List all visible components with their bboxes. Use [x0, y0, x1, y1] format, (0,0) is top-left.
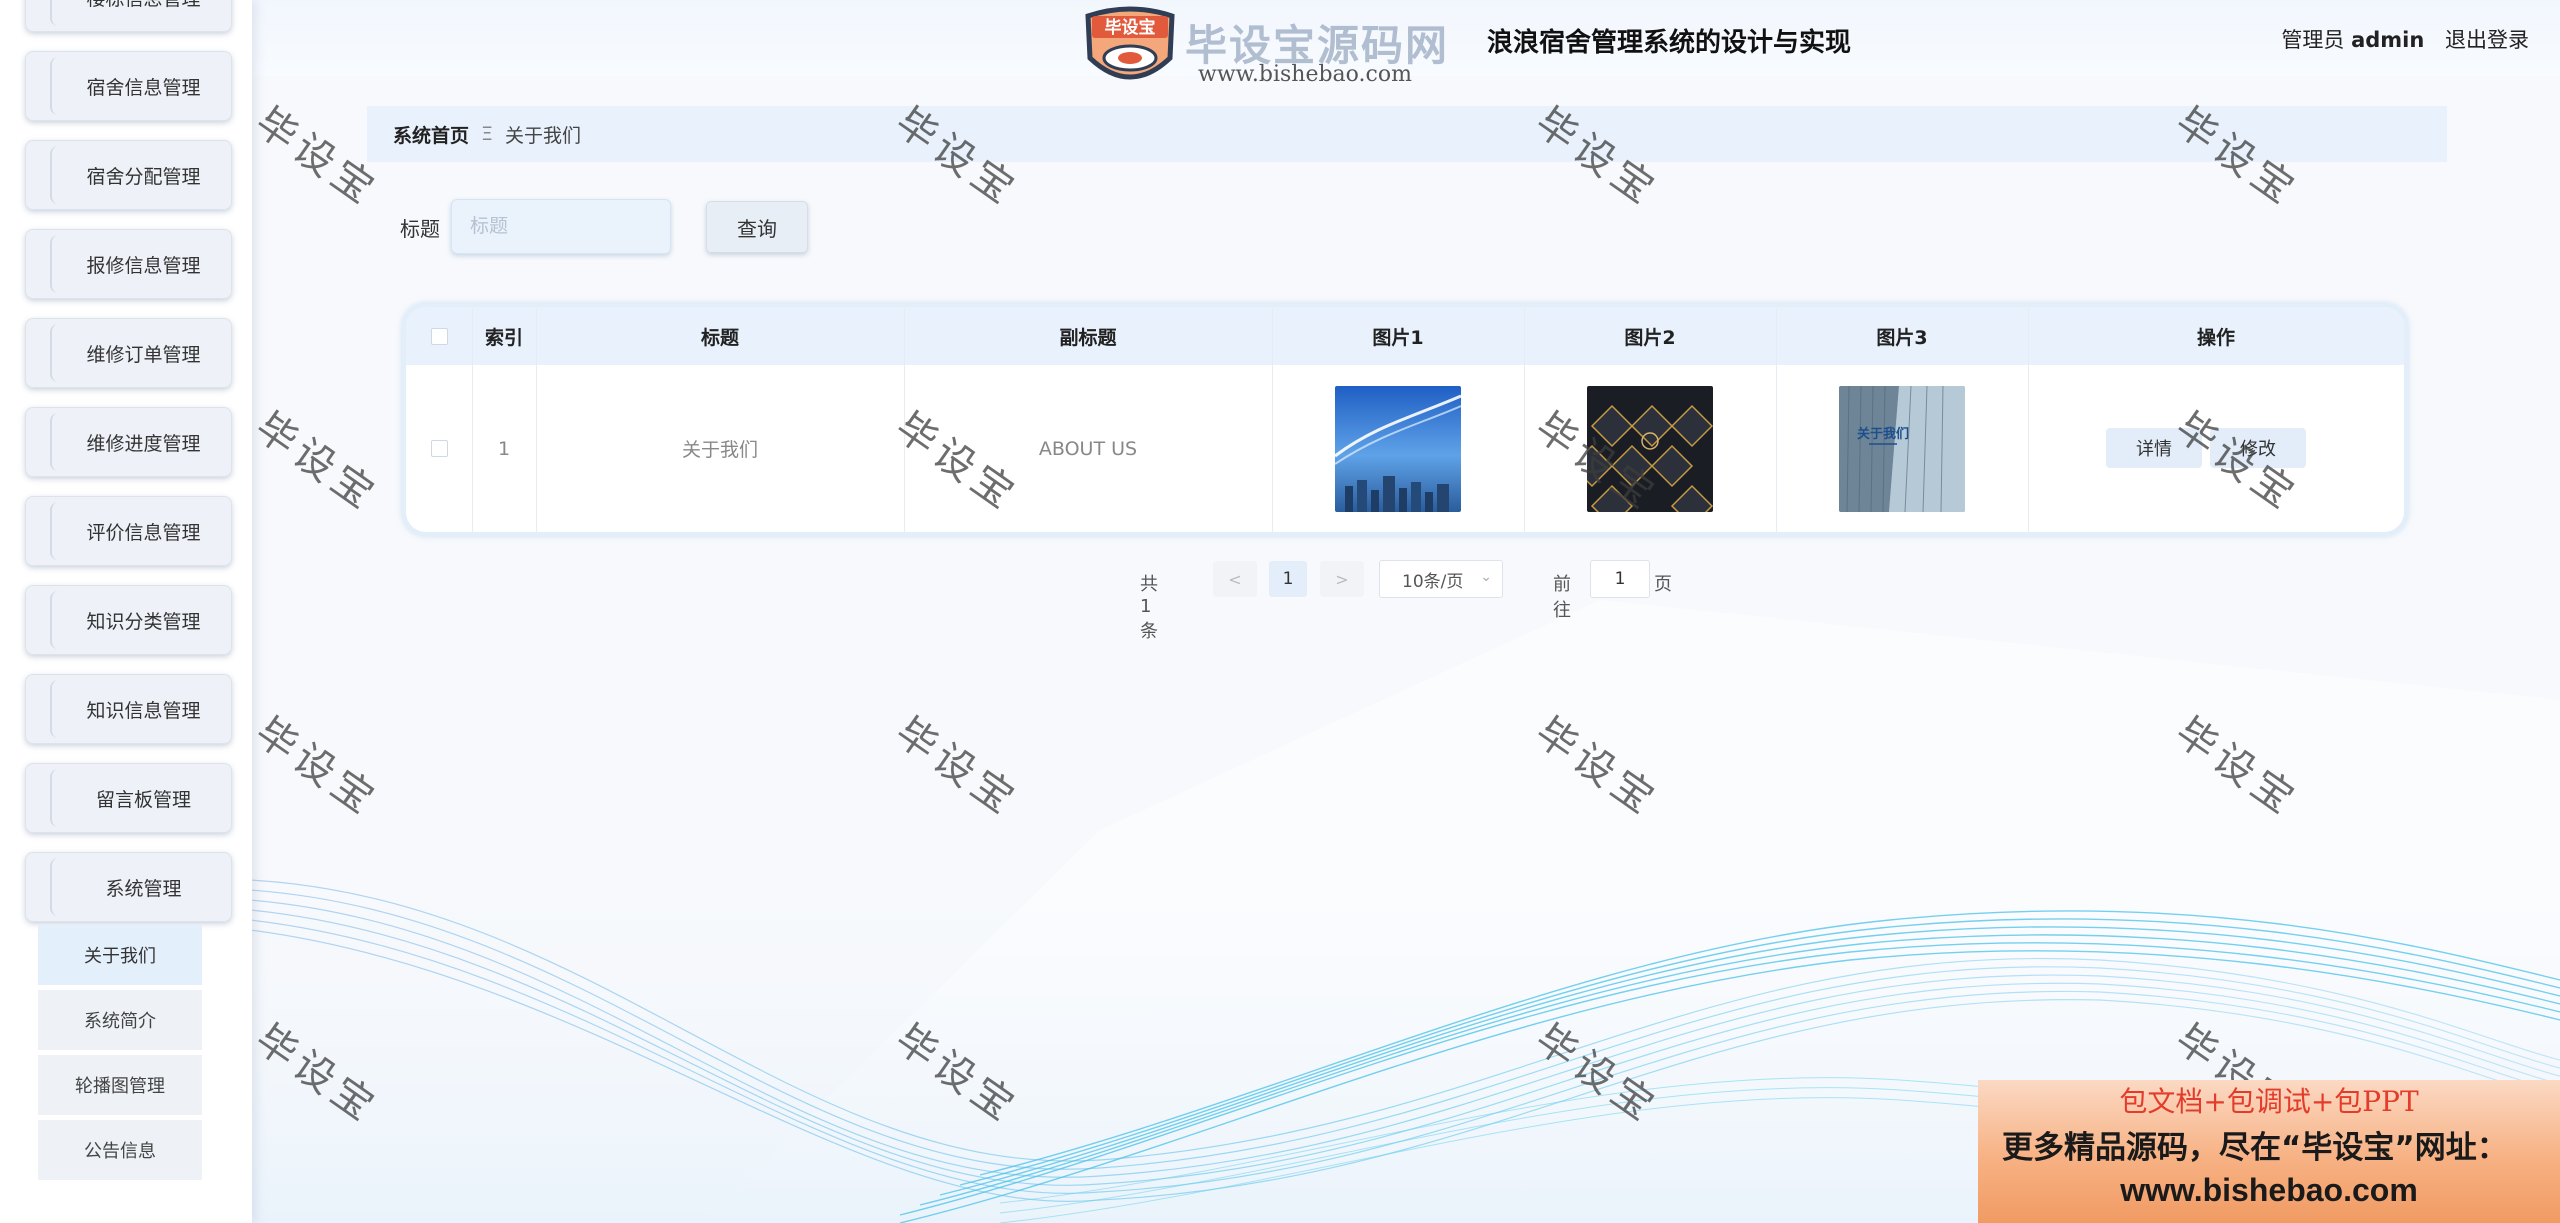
sidebar-item-label: 维修订单管理	[86, 343, 201, 366]
row-checkbox[interactable]	[430, 440, 448, 457]
header-image2: 图片2	[1624, 326, 1676, 349]
logo-badge-text: 毕设宝	[1105, 17, 1156, 38]
image1-thumbnail[interactable]	[1335, 385, 1461, 512]
sidebar-item-repair-progress[interactable]: 维修进度管理	[25, 407, 232, 477]
image3-thumbnail[interactable]: 关于我们	[1839, 385, 1965, 512]
sidebar-item-knowledge[interactable]: 知识信息管理	[25, 674, 232, 744]
header-subtitle: 副标题	[1059, 326, 1117, 349]
sidebar-item-label: 维修进度管理	[86, 432, 201, 455]
table-row	[406, 365, 472, 532]
user-role: 管理员	[2281, 28, 2345, 52]
sidebar-item-label: 报修信息管理	[86, 254, 201, 277]
page-suffix-label: 页	[1654, 574, 1672, 595]
image2-thumbnail[interactable]	[1587, 385, 1713, 512]
chevron-down-icon: ⌄	[1480, 569, 1492, 585]
sidebar-subitem-announcements[interactable]: 公告信息	[38, 1120, 202, 1180]
sidebar-item-knowledge-category[interactable]: 知识分类管理	[25, 585, 232, 655]
sidebar-item-repair[interactable]: 报修信息管理	[25, 229, 232, 299]
goto-page-input[interactable]: 1	[1590, 560, 1650, 598]
search-label: 标题	[400, 217, 440, 241]
cell-title: 关于我们	[681, 439, 758, 461]
sidebar-subitem-carousel[interactable]: 轮播图管理	[38, 1055, 202, 1115]
promo-line-2: 更多精品源码，尽在“毕设宝”网址：	[2002, 1130, 2508, 1166]
prev-page-button[interactable]: <	[1213, 561, 1257, 597]
select-all-checkbox[interactable]	[430, 327, 448, 345]
data-table: 索引 标题 副标题 图片1 图片2 图片3 操作 1 关于我们 ABOUT US	[402, 303, 2408, 536]
page-size-select[interactable]: 10条/页 ⌄	[1379, 560, 1503, 598]
page-size-value: 10条/页	[1402, 571, 1464, 592]
breadcrumb-current: 关于我们	[505, 124, 582, 147]
header-title: 标题	[700, 326, 739, 349]
promo-line-1: 包文档+包调试+包PPT	[2119, 1085, 2419, 1118]
edit-button[interactable]: 修改	[2210, 428, 2306, 468]
page-title: 浪浪宿舍管理系统的设计与实现	[1487, 28, 1852, 58]
logo-url: www.bishebao.com	[1198, 62, 1412, 87]
sidebar-subitem-system-intro[interactable]: 系统简介	[38, 990, 202, 1050]
header-image3: 图片3	[1876, 326, 1928, 349]
sidebar-item-label: 知识分类管理	[86, 610, 201, 633]
sidebar-item-label: 系统管理	[105, 877, 182, 900]
sidebar-item-message-board[interactable]: 留言板管理	[25, 763, 232, 833]
cell-index: 1	[497, 437, 511, 460]
sidebar-subitem-about-us[interactable]: 关于我们	[38, 925, 202, 985]
cell-subtitle: ABOUT US	[1038, 437, 1138, 460]
background-waves	[0, 600, 2560, 1223]
promo-url: www.bishebao.com	[2120, 1172, 2418, 1208]
user-area: 管理员 admin 退出登录	[2281, 24, 2529, 54]
breadcrumb-home[interactable]: 系统首页	[393, 121, 469, 148]
sidebar-item-label: 留言板管理	[95, 788, 191, 811]
detail-button[interactable]: 详情	[2106, 428, 2202, 468]
username: admin	[2351, 28, 2425, 52]
sidebar-item-label: 宿舍信息管理	[86, 76, 201, 99]
sidebar-item-label: 楼栋信息管理	[86, 0, 200, 11]
pagination-total: 共 1 条	[1140, 574, 1158, 642]
breadcrumb: 系统首页 Ξ 关于我们	[367, 106, 2447, 162]
sidebar-item-building[interactable]: 楼栋信息管理	[25, 0, 232, 32]
sidebar-item-label: 知识信息管理	[86, 699, 201, 722]
header-image1: 图片1	[1372, 326, 1424, 349]
sidebar-item-label: 宿舍分配管理	[86, 165, 201, 188]
search-button[interactable]: 查询	[706, 201, 808, 253]
sidebar: 楼栋信息管理 宿舍信息管理 宿舍分配管理 报修信息管理 维修订单管理 维修进度管…	[0, 0, 252, 1223]
promo-banner: 包文档+包调试+包PPT 更多精品源码，尽在“毕设宝”网址： www.bishe…	[1978, 1080, 2560, 1223]
logout-link[interactable]: 退出登录	[2445, 28, 2529, 52]
page-number-button[interactable]: 1	[1269, 561, 1307, 597]
sidebar-item-dormitory[interactable]: 宿舍信息管理	[25, 51, 232, 121]
sidebar-item-label: 评价信息管理	[86, 521, 201, 544]
bishebao-logo-icon: 毕设宝	[1085, 6, 1175, 80]
image3-caption: 关于我们	[1857, 426, 1909, 442]
title-search-input[interactable]	[451, 199, 671, 254]
breadcrumb-separator: Ξ	[481, 123, 494, 145]
header-index: 索引	[484, 326, 523, 349]
next-page-button[interactable]: >	[1320, 561, 1364, 597]
goto-label: 前往	[1553, 574, 1571, 621]
sidebar-item-repair-orders[interactable]: 维修订单管理	[25, 318, 232, 388]
sidebar-item-evaluation[interactable]: 评价信息管理	[25, 496, 232, 566]
sidebar-item-allocation[interactable]: 宿舍分配管理	[25, 140, 232, 210]
header-actions: 操作	[2196, 326, 2235, 349]
sidebar-item-system[interactable]: 系统管理	[25, 852, 232, 922]
